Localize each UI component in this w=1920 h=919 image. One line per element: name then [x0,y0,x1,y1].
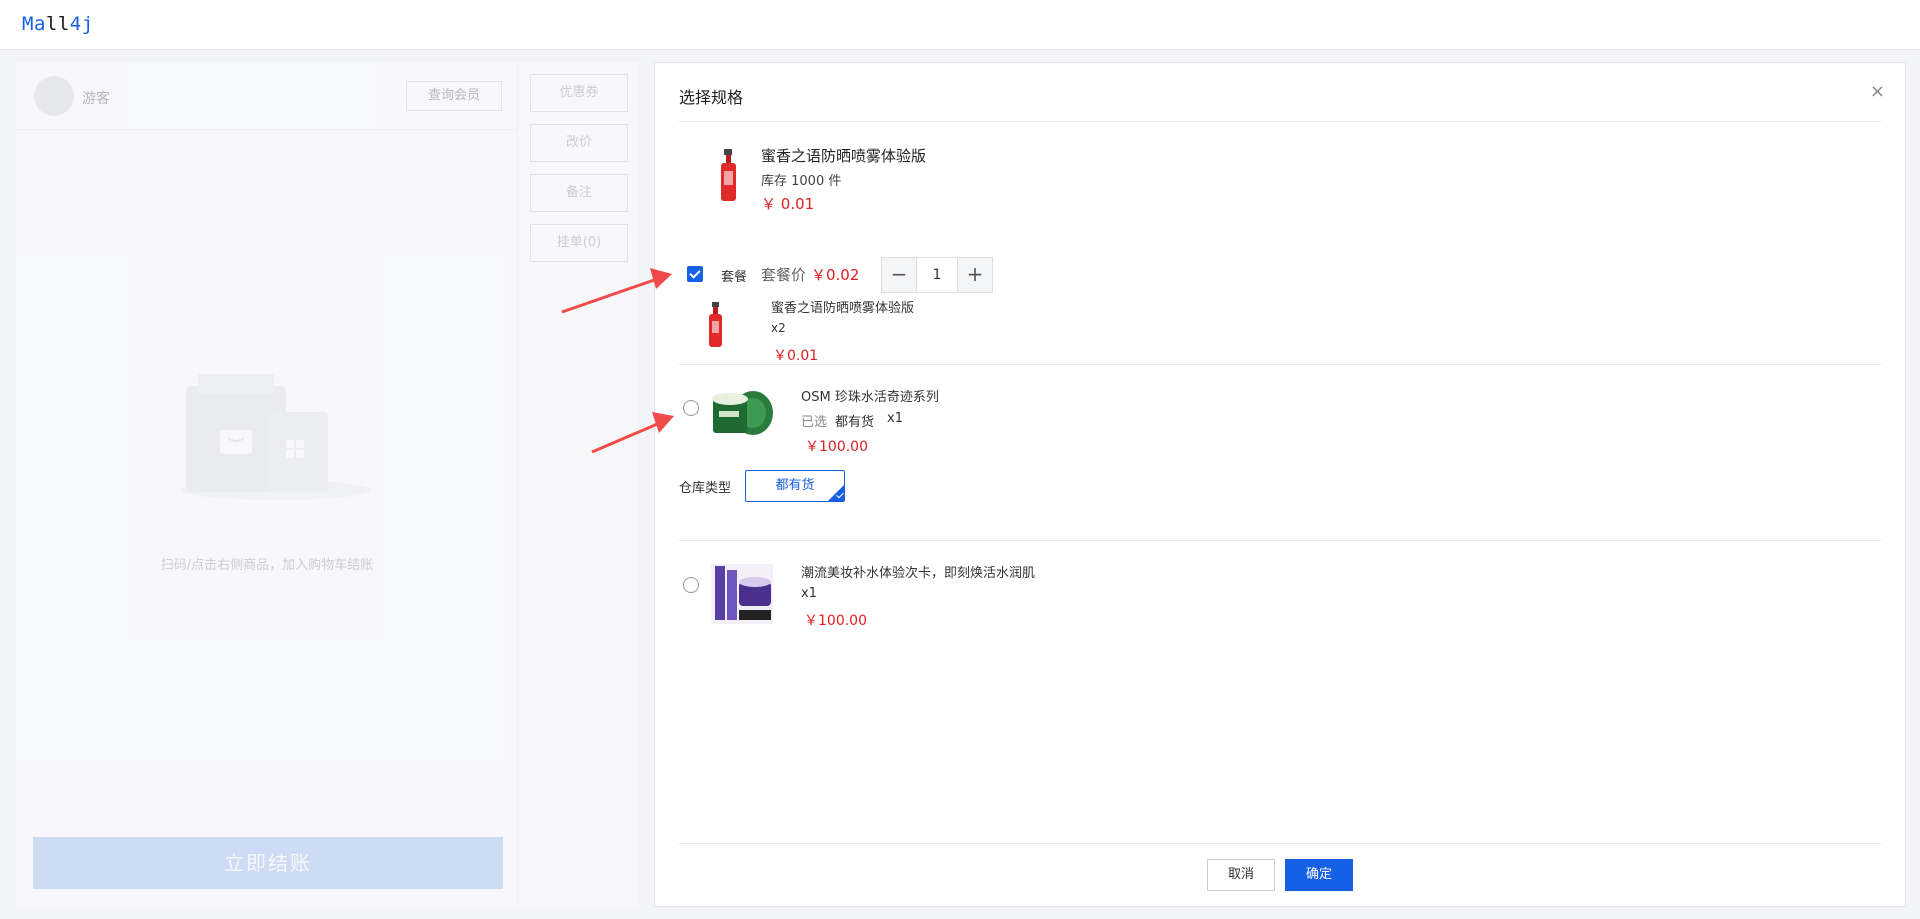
hold-order-button[interactable]: 挂单(0) [530,224,628,262]
cancel-button[interactable]: 取消 [1207,859,1275,891]
guest-label: 游客 [82,91,110,107]
skincare-set-icon [711,564,773,624]
plus-button[interactable]: + [958,258,992,292]
avatar [34,76,74,116]
option-selected-value: 都有货 [835,415,875,430]
divider [679,364,1881,365]
confirm-button[interactable]: 确定 [1285,859,1353,891]
product-name: 蜜香之语防晒喷雾体验版 [761,147,927,165]
query-member-button[interactable]: 查询会员 [406,81,502,111]
spec-chip-label: 都有货 [775,478,815,493]
option-price: ￥100.00 [805,439,868,455]
combo-item-qty: x2 [771,321,786,335]
combo-label: 套餐 [721,270,748,285]
combo-item-name: 蜜香之语防晒喷雾体验版 [771,301,915,316]
pos-side-buttons: 优惠券 改价 备注 挂单(0) [530,74,628,274]
option-qty: x1 [801,586,817,601]
quantity-input[interactable]: 1 [916,258,958,292]
option-price: ￥100.00 [804,613,867,629]
option-name: OSM 珍珠水活奇迹系列 [801,390,939,405]
minus-button[interactable]: − [882,258,916,292]
footer-divider [679,843,1881,844]
option-radio[interactable] [683,400,699,416]
dialog-title: 选择规格 [679,88,744,107]
spray-bottle-icon [709,302,722,347]
close-icon[interactable]: × [1870,81,1885,102]
cream-jar-icon [712,391,773,435]
combo-price-label: 套餐价 [761,266,807,284]
remark-button[interactable]: 备注 [530,174,628,212]
combo-price: ￥0.02 [811,266,860,284]
top-bar: Mall4j [0,0,1920,50]
cart-header: 游客 查询会员 [16,62,518,130]
combo-checkbox[interactable] [687,266,703,282]
option-selected-label: 已选 [801,415,828,430]
spec-chip[interactable]: 都有货 [745,470,845,502]
change-price-button[interactable]: 改价 [530,124,628,162]
logo: Mall4j [22,13,94,35]
combo-item-price: ￥0.01 [773,348,819,364]
divider [679,121,1881,122]
product-stock: 库存 1000 件 [761,174,842,189]
spray-bottle-icon [721,149,736,201]
option-radio[interactable] [683,577,699,593]
empty-cart-tip: 扫码/点击右侧商品，加入购物车结账 [160,558,374,573]
coupon-button[interactable]: 优惠券 [530,74,628,112]
quantity-stepper: − 1 + [881,257,993,293]
cart-panel: 游客 查询会员 扫码/点击右侧商品，加入购物车结账 立即结账 [16,62,518,907]
empty-cart-icon [181,374,371,500]
spec-label: 仓库类型 [679,481,732,496]
checkout-button[interactable]: 立即结账 [33,837,503,889]
option-qty: x1 [887,411,903,426]
pos-panel: 游客 查询会员 扫码/点击右侧商品，加入购物车结账 立即结账 优惠券 改价 备注… [16,62,638,907]
select-spec-dialog: 选择规格 × 蜜香之语防晒喷雾体验版 库存 1000 件 ￥ 0.01 套餐 套… [654,62,1906,907]
divider [679,540,1881,541]
option-name: 潮流美妆补水体验次卡，即刻焕活水润肌 [801,566,1036,581]
product-price: ￥ 0.01 [761,195,815,213]
